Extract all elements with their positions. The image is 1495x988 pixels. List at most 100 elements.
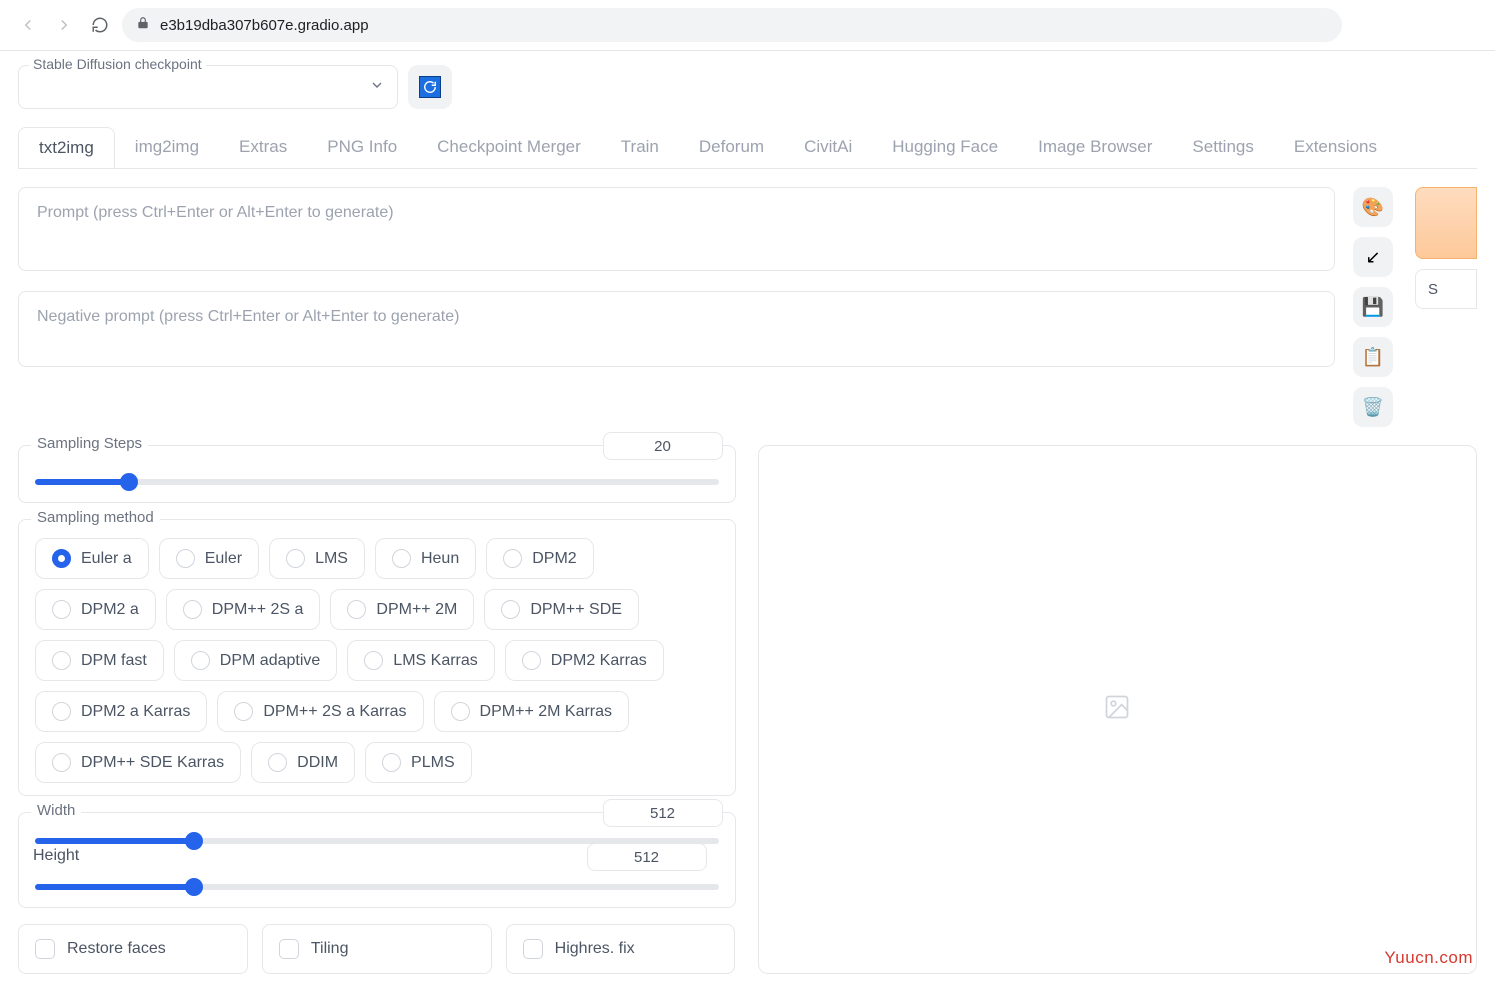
sampling-method-panel: Sampling method Euler aEulerLMSHeunDPM2D… [18,519,736,796]
palette-icon: 🎨 [1362,197,1384,218]
checkbox-icon [523,939,543,959]
checkbox-icon [35,939,55,959]
browser-chrome: e3b19dba307b607e.gradio.app [0,0,1495,51]
sampler-dpm2-a[interactable]: DPM2 a [35,589,156,630]
radio-icon [183,600,202,619]
sampler-lms-karras[interactable]: LMS Karras [347,640,494,681]
refresh-icon [419,76,441,98]
checkpoint-dropdown[interactable]: Stable Diffusion checkpoint [18,65,398,109]
sampling-steps-slider[interactable] [35,479,719,485]
chevron-down-icon [369,77,385,98]
sampler-dpm-adaptive[interactable]: DPM adaptive [174,640,338,681]
sampling-steps-panel: Sampling Steps [18,445,736,503]
save-button[interactable]: 💾 [1353,287,1393,327]
tab-txt2img[interactable]: txt2img [18,127,115,169]
watermark: Yuucn.com [1384,948,1473,968]
trash-icon: 🗑️ [1362,397,1384,418]
radio-icon [364,651,383,670]
sampler-dpm-2s-a-karras[interactable]: DPM++ 2S a Karras [217,691,423,732]
checkpoint-row: Stable Diffusion checkpoint [18,65,1477,109]
dimensions-panel: Width Height [18,812,736,908]
clipboard-icon: 📋 [1362,347,1384,368]
right-peek: S [1415,187,1477,427]
lock-icon [136,16,150,35]
radio-icon [52,702,71,721]
tab-deforum[interactable]: Deforum [679,127,784,168]
radio-icon [268,753,287,772]
address-bar[interactable]: e3b19dba307b607e.gradio.app [122,8,1342,42]
radio-icon [392,549,411,568]
height-label: Height [33,847,79,865]
main-tabs: txt2imgimg2imgExtrasPNG InfoCheckpoint M… [18,127,1477,169]
height-number[interactable] [587,843,707,871]
output-preview [758,445,1478,974]
tab-civitai[interactable]: CivitAi [784,127,872,168]
tab-img2img[interactable]: img2img [115,127,219,168]
tab-settings[interactable]: Settings [1172,127,1273,168]
radio-icon [286,549,305,568]
radio-icon [234,702,253,721]
tab-extensions[interactable]: Extensions [1274,127,1397,168]
nav-reload-button[interactable] [86,11,114,39]
highres-fix-checkbox[interactable]: Highres. fix [506,924,736,974]
sampler-heun[interactable]: Heun [375,538,476,579]
sampler-dpm-2m[interactable]: DPM++ 2M [330,589,474,630]
address-url: e3b19dba307b607e.gradio.app [160,17,369,34]
checkpoint-label: Stable Diffusion checkpoint [29,56,206,72]
tab-hugging-face[interactable]: Hugging Face [872,127,1018,168]
sampler-ddim[interactable]: DDIM [251,742,355,783]
nav-forward-button [50,11,78,39]
prompt-input[interactable] [18,187,1335,271]
restore-faces-checkbox[interactable]: Restore faces [18,924,248,974]
refresh-checkpoint-button[interactable] [408,65,452,109]
radio-icon [522,651,541,670]
image-icon [1103,693,1131,726]
sampler-dpm-sde-karras[interactable]: DPM++ SDE Karras [35,742,241,783]
sampling-steps-label: Sampling Steps [31,435,148,452]
sampling-method-label: Sampling method [31,509,160,526]
sampler-dpm-sde[interactable]: DPM++ SDE [484,589,639,630]
negative-prompt-input[interactable] [18,291,1335,367]
tab-extras[interactable]: Extras [219,127,307,168]
sampler-dpm2[interactable]: DPM2 [486,538,593,579]
width-number[interactable] [603,799,723,827]
sampler-dpm2-karras[interactable]: DPM2 Karras [505,640,664,681]
arrow-icon: ↙ [1365,247,1380,268]
save-icon: 💾 [1362,297,1384,318]
nav-back-button [14,11,42,39]
radio-icon [347,600,366,619]
height-slider[interactable] [35,884,719,890]
generate-button[interactable] [1415,187,1477,259]
tab-checkpoint-merger[interactable]: Checkpoint Merger [417,127,601,168]
width-label: Width [31,802,81,819]
radio-icon [501,600,520,619]
sampler-euler-a[interactable]: Euler a [35,538,149,579]
side-button[interactable]: S [1415,269,1477,309]
radio-icon [52,600,71,619]
checkbox-icon [279,939,299,959]
radio-icon [503,549,522,568]
arrow-button[interactable]: ↙ [1353,237,1393,277]
clear-button[interactable]: 🗑️ [1353,387,1393,427]
radio-icon [52,549,71,568]
paste-button[interactable]: 📋 [1353,337,1393,377]
radio-icon [52,651,71,670]
sampler-dpm-2m-karras[interactable]: DPM++ 2M Karras [434,691,629,732]
sampler-lms[interactable]: LMS [269,538,365,579]
sampler-dpm-fast[interactable]: DPM fast [35,640,164,681]
tab-train[interactable]: Train [601,127,679,168]
radio-icon [191,651,210,670]
sampler-dpm-2s-a[interactable]: DPM++ 2S a [166,589,321,630]
tab-png-info[interactable]: PNG Info [307,127,417,168]
radio-icon [451,702,470,721]
sampler-dpm2-a-karras[interactable]: DPM2 a Karras [35,691,207,732]
tiling-checkbox[interactable]: Tiling [262,924,492,974]
options-row: Restore faces Tiling Highres. fix [18,924,736,974]
radio-icon [382,753,401,772]
tab-image-browser[interactable]: Image Browser [1018,127,1172,168]
style-button[interactable]: 🎨 [1353,187,1393,227]
sampler-euler[interactable]: Euler [159,538,259,579]
sampler-plms[interactable]: PLMS [365,742,472,783]
sampling-steps-number[interactable] [603,432,723,460]
prompt-tools: 🎨 ↙ 💾 📋 🗑️ [1353,187,1397,427]
